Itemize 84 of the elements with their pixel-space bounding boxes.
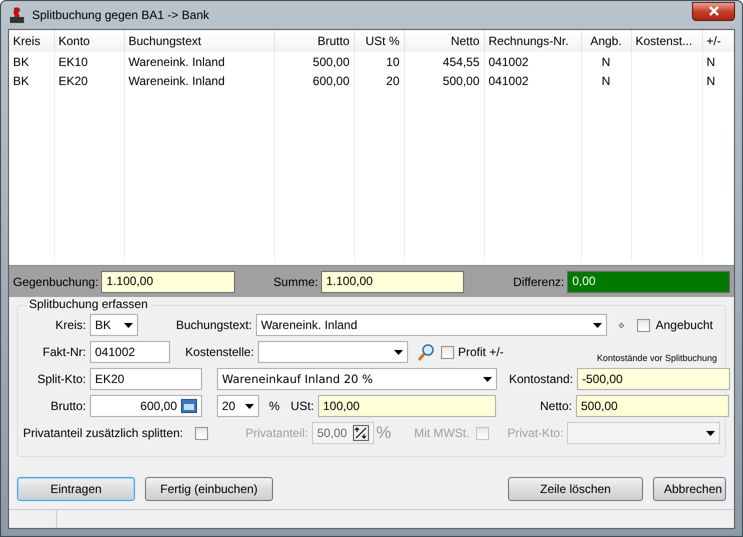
table-cell: N [581, 52, 631, 71]
konto-select[interactable]: Wareneinkauf Inland 20 % [217, 368, 497, 390]
window-title: Splitbuchung gegen BA1 -> Bank [32, 8, 210, 22]
table-cell: N [581, 71, 631, 90]
netto-field: 500,00 [576, 395, 729, 417]
caret-icon [592, 322, 602, 328]
table-cell: 20 [354, 71, 404, 90]
brutto-field[interactable]: 600,00 [90, 395, 202, 417]
table-cell: 500,00 [404, 71, 484, 90]
table-cell: Wareneink. Inland [124, 71, 274, 90]
column-header[interactable]: Buchungstext [124, 30, 274, 52]
table-cell: 600,00 [274, 71, 354, 90]
column-header[interactable]: Angb. [581, 30, 631, 52]
summe-label: Summe: [273, 274, 318, 288]
column-header[interactable]: Netto [404, 30, 484, 52]
angebucht-label: Angebucht [654, 318, 714, 332]
table-cell: BK [9, 52, 54, 71]
split-kto-label: Split-Kto: [36, 372, 87, 386]
mit-mwst-label: Mit MWSt. [414, 426, 470, 440]
profit-label: Profit +/- [457, 345, 505, 359]
spinner-icon[interactable] [353, 425, 370, 441]
column-header[interactable]: Rechnungs-Nr. [484, 30, 581, 52]
table-cell: EK10 [54, 52, 124, 71]
close-button[interactable] [692, 2, 735, 20]
caret-icon [482, 376, 492, 382]
fakt-nr-field[interactable]: 041002 [90, 341, 170, 363]
column-header[interactable]: Konto [54, 30, 124, 52]
percent-label: % [268, 399, 281, 413]
table-cell: N [702, 52, 734, 71]
ust-label: USt: [290, 399, 315, 413]
checkbox[interactable] [441, 346, 454, 358]
caret-icon [244, 404, 254, 408]
netto-label: Netto: [538, 399, 573, 413]
ust-rate-select[interactable]: 20 [217, 395, 259, 417]
split-kto-field[interactable]: EK20 [90, 368, 202, 390]
brutto-label: Brutto: [50, 399, 87, 413]
differenz-field: 0,00 [567, 270, 730, 292]
calculator-icon[interactable] [181, 399, 197, 413]
app-icon [8, 6, 26, 24]
gegenbuchung-label: Gegenbuchung: [13, 274, 98, 288]
column-header[interactable]: Kostenst... [631, 30, 702, 52]
privat-split-label: Privatanteil zusätzlich splitten: [23, 426, 184, 440]
privat-kto-label: Privat-Kto: [506, 426, 564, 440]
table-cell: BK [9, 71, 54, 90]
fakt-nr-label: Fakt-Nr: [42, 345, 87, 359]
table-cell: Wareneink. Inland [124, 52, 274, 71]
kreis-label: Kreis: [54, 318, 87, 332]
differenz-label: Differenz: [513, 274, 564, 288]
kontostand-note: Kontostände vor Splitbuchung [596, 353, 717, 363]
dialog-button[interactable]: Abbrechen [653, 477, 726, 501]
caret-icon [124, 322, 132, 328]
dialog-button[interactable]: Zeile löschen [508, 477, 643, 501]
ust-field: 100,00 [318, 395, 496, 417]
column-header[interactable]: USt % [354, 30, 404, 52]
table-cell: EK20 [54, 71, 124, 90]
dialog-button[interactable]: Eintragen [17, 477, 135, 501]
close-icon [708, 6, 720, 16]
caret-icon [394, 350, 402, 354]
table-cell: 041002 [484, 52, 581, 71]
caret-icon [706, 430, 715, 436]
kostenstelle-select[interactable] [258, 341, 408, 363]
table-cell: 500,00 [274, 52, 354, 71]
search-icon[interactable] [418, 344, 435, 360]
kostenstelle-label: Kostenstelle: [184, 345, 255, 359]
buchungstext-label: Buchungstext: [174, 318, 253, 332]
kontostand-field: -500,00 [577, 368, 730, 390]
column-header[interactable]: Brutto [274, 30, 354, 52]
dialog-button[interactable]: Fertig (einbuchen) [145, 477, 273, 501]
privatanteil-label: Privatanteil: [244, 426, 310, 440]
buchungstext-select[interactable]: Wareneink. Inland [256, 314, 607, 336]
kontostand-label: Kontostand: [508, 372, 574, 386]
table-cell: N [702, 71, 734, 90]
checkbox[interactable] [195, 426, 208, 440]
privatanteil-unit: % [375, 423, 392, 443]
summe-field: 1.100,00 [321, 270, 464, 292]
table-cell: 454,55 [404, 52, 484, 71]
checkbox[interactable] [636, 318, 650, 332]
column-header[interactable]: Kreis [9, 30, 54, 52]
column-header[interactable]: +/- [702, 30, 734, 52]
gegenbuchung-field: 1.100,00 [101, 270, 236, 292]
kreis-select[interactable]: BK [90, 314, 138, 336]
table-cell: 041002 [484, 71, 581, 90]
group-title: Splitbuchung erfassen [26, 297, 151, 311]
table-cell: 10 [354, 52, 404, 71]
